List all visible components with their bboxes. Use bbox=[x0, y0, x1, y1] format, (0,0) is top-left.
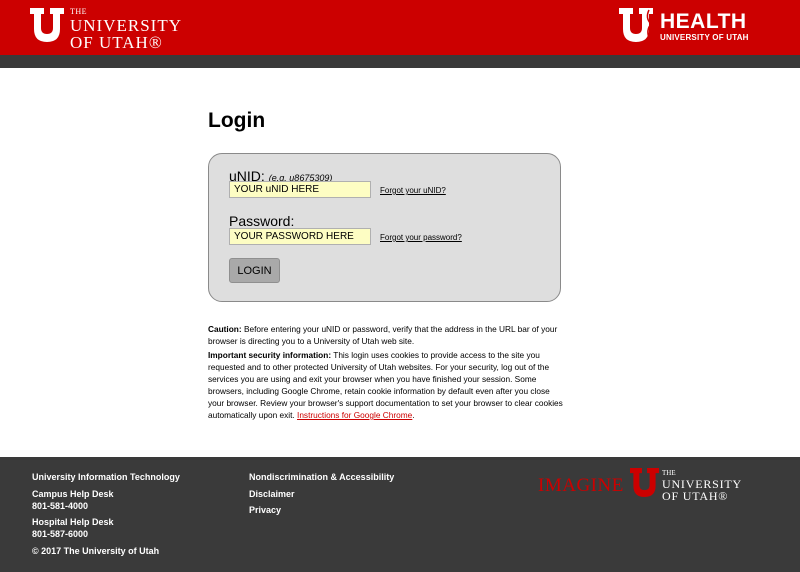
forgot-unid-link[interactable]: Forgot your uNID? bbox=[380, 186, 446, 195]
health-u-logo-icon[interactable] bbox=[619, 8, 653, 42]
security-period: . bbox=[412, 410, 415, 420]
header-divider-strip bbox=[0, 55, 800, 68]
wordmark-university: UNIVERSITY bbox=[70, 16, 182, 35]
footer-disclaimer-link[interactable]: Disclaimer bbox=[249, 489, 295, 499]
caution-notice: Caution: Before entering your uNID or pa… bbox=[208, 323, 563, 347]
health-wordmark[interactable]: HEALTH UNIVERSITY OF UTAH bbox=[660, 11, 749, 42]
unid-input[interactable] bbox=[229, 181, 371, 198]
wordmark-of-utah: OF UTAH® bbox=[70, 33, 163, 52]
wordmark-the: THE bbox=[70, 7, 88, 16]
footer-campus-help-phone[interactable]: 801-581-4000 bbox=[32, 501, 88, 511]
footer-hospital-help-label: Hospital Help Desk bbox=[32, 517, 114, 527]
chrome-instructions-link[interactable]: Instructions for Google Chrome bbox=[297, 410, 412, 420]
footer-privacy-link[interactable]: Privacy bbox=[249, 505, 281, 515]
site-footer: University Information Technology Campus… bbox=[0, 457, 800, 572]
footer-nondiscrimination-link[interactable]: Nondiscrimination & Accessibility bbox=[249, 472, 394, 482]
password-input[interactable] bbox=[229, 228, 371, 245]
footer-wordmark-the: THE bbox=[662, 469, 676, 477]
footer-uit-link[interactable]: University Information Technology bbox=[32, 472, 180, 482]
footer-university-wordmark[interactable]: THE UNIVERSITY OF UTAH® bbox=[662, 469, 742, 503]
security-notice: Important security information: This log… bbox=[208, 349, 563, 421]
page-title: Login bbox=[208, 109, 266, 132]
footer-hospital-help-phone[interactable]: 801-587-6000 bbox=[32, 529, 88, 539]
footer-campus-help-label: Campus Help Desk bbox=[32, 489, 114, 499]
login-form: uNID:(e.g. u8675309) Forgot your uNID? P… bbox=[208, 153, 561, 302]
health-title: HEALTH bbox=[660, 10, 747, 33]
footer-wordmark-of-utah: OF UTAH® bbox=[662, 489, 729, 503]
health-subtitle: UNIVERSITY OF UTAH bbox=[660, 33, 749, 42]
password-label: Password: bbox=[229, 213, 295, 229]
security-label: Important security information: bbox=[208, 350, 332, 360]
forgot-password-link[interactable]: Forgot your password? bbox=[380, 233, 462, 242]
footer-copyright: © 2017 The University of Utah bbox=[32, 546, 160, 556]
caution-text: Before entering your uNID or password, v… bbox=[208, 324, 558, 346]
caution-label: Caution: bbox=[208, 324, 242, 334]
footer-u-logo-icon[interactable] bbox=[630, 468, 659, 497]
university-u-logo-icon[interactable] bbox=[30, 8, 64, 42]
university-wordmark[interactable]: THE UNIVERSITY OF UTAH® bbox=[70, 7, 182, 52]
login-button[interactable]: LOGIN bbox=[229, 258, 280, 283]
site-header: THE UNIVERSITY OF UTAH® HEALTH UNIVERSIT… bbox=[0, 0, 800, 55]
imagine-u-tagline: IMAGINE bbox=[538, 475, 624, 496]
